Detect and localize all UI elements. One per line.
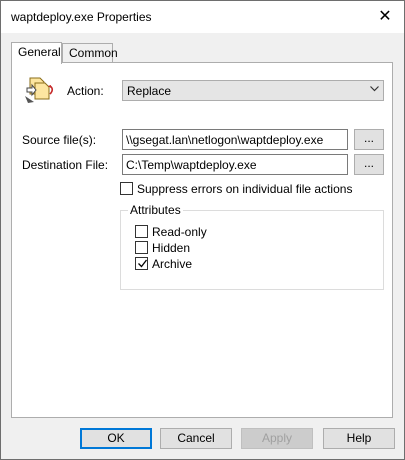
help-button[interactable]: Help: [323, 428, 395, 449]
tab-general-label: General: [18, 45, 61, 59]
source-file-value: \\gsegat.lan\netlogon\waptdeploy.exe: [126, 133, 324, 147]
hidden-checkbox[interactable]: [135, 241, 148, 254]
title-bar: waptdeploy.exe Properties ✕: [1, 1, 404, 33]
action-value: Replace: [127, 84, 172, 98]
replace-file-icon: [22, 72, 56, 106]
close-icon[interactable]: ✕: [372, 5, 398, 29]
properties-dialog: waptdeploy.exe Properties ✕ General Comm…: [0, 0, 405, 460]
archive-label: Archive: [152, 257, 193, 271]
destination-browse-button[interactable]: ...: [354, 154, 384, 175]
action-label: Action:: [67, 84, 104, 98]
destination-file-value: C:\Temp\waptdeploy.exe: [126, 158, 257, 172]
attributes-title: Attributes: [128, 203, 183, 217]
archive-checkbox[interactable]: [135, 257, 148, 270]
cancel-button[interactable]: Cancel: [160, 428, 232, 449]
source-label: Source file(s):: [22, 133, 97, 147]
source-file-input[interactable]: \\gsegat.lan\netlogon\waptdeploy.exe: [122, 129, 348, 150]
tab-common[interactable]: Common: [62, 43, 118, 62]
suppress-errors-label: Suppress errors on individual file actio…: [137, 182, 353, 196]
checkmark-icon: [138, 259, 148, 268]
hidden-label: Hidden: [152, 241, 191, 255]
source-browse-button[interactable]: ...: [354, 129, 384, 150]
apply-button[interactable]: Apply: [241, 428, 313, 449]
chevron-down-icon: [370, 86, 379, 92]
destination-file-input[interactable]: C:\Temp\waptdeploy.exe: [122, 154, 348, 175]
tab-general[interactable]: General: [11, 42, 62, 64]
action-dropdown[interactable]: Replace: [122, 80, 384, 101]
ok-button[interactable]: OK: [80, 428, 152, 449]
tab-common-label: Common: [69, 46, 118, 60]
suppress-errors-checkbox[interactable]: [120, 182, 133, 195]
destination-label: Destination File:: [22, 158, 109, 172]
read-only-label: Read-only: [152, 225, 207, 239]
general-panel: Action: Replace Source file(s): \\gsegat…: [11, 62, 393, 418]
attributes-group: Attributes Read-only Hidden Archive: [120, 203, 384, 290]
read-only-checkbox[interactable]: [135, 225, 148, 238]
window-title: waptdeploy.exe Properties: [11, 10, 152, 24]
